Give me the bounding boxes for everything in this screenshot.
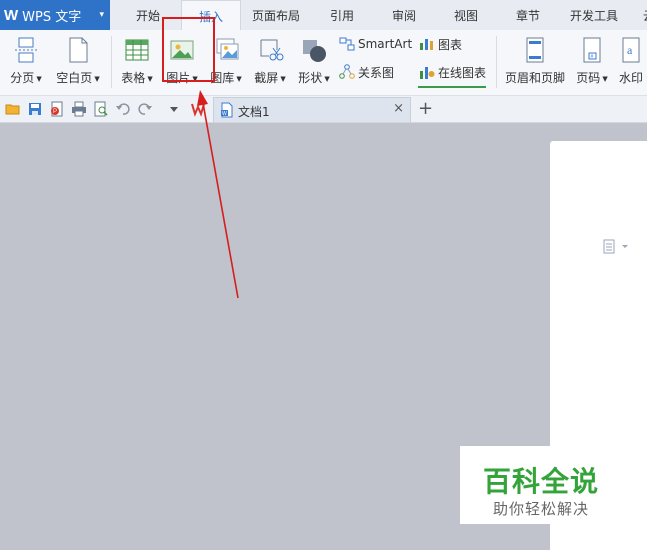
- page-break-dropdown-icon: ▼: [36, 74, 42, 83]
- screenshot-label: 截屏: [254, 71, 279, 85]
- svg-text:#: #: [591, 54, 594, 60]
- app-name: WPS 文字: [22, 9, 82, 25]
- header-footer-label: 页眉和页脚: [504, 71, 565, 85]
- svg-text:a: a: [627, 43, 633, 57]
- wps-logo-icon: W: [4, 6, 19, 24]
- blank-page-dropdown-icon: ▼: [94, 74, 100, 83]
- document-tab-title: 文档1: [238, 105, 270, 119]
- save-icon[interactable]: [27, 101, 43, 117]
- page-break-label: 分页: [10, 71, 35, 85]
- tab-section[interactable]: 章节: [509, 0, 547, 30]
- shapes-label: 形状: [298, 71, 323, 85]
- redo-icon[interactable]: [137, 101, 153, 117]
- tab-page-layout[interactable]: 页面布局: [246, 0, 306, 30]
- ribbon-separator: [111, 36, 112, 88]
- online-chart-icon: [420, 67, 435, 79]
- page-number-button[interactable]: # 页码 ▼: [572, 34, 612, 90]
- online-chart-underline: [418, 86, 486, 88]
- close-tab-icon[interactable]: ×: [393, 101, 404, 116]
- export-pdf-icon[interactable]: P: [49, 101, 65, 117]
- smartart-icon: [339, 37, 355, 51]
- quick-access-dropdown-icon[interactable]: [166, 101, 182, 117]
- relation-chart-button[interactable]: 关系图: [339, 62, 394, 82]
- screenshot-icon: [260, 39, 284, 61]
- header-footer-button[interactable]: 页眉和页脚: [502, 34, 568, 90]
- svg-text:P: P: [53, 109, 57, 115]
- page-number-dropdown-icon: ▼: [602, 74, 608, 83]
- page-number-label: 页码: [576, 71, 601, 85]
- screenshot-dropdown-icon: ▼: [280, 74, 286, 83]
- header-footer-icon: [526, 37, 544, 63]
- page-number-icon: #: [583, 37, 601, 63]
- print-preview-icon[interactable]: [93, 101, 109, 117]
- page-break-button[interactable]: 分页 ▼: [4, 34, 48, 90]
- svg-text:W: W: [222, 111, 227, 117]
- chart-icon: [420, 39, 433, 50]
- print-icon[interactable]: [71, 101, 87, 117]
- blank-page-label: 空白页: [56, 71, 93, 85]
- watermark-label: 水印: [618, 71, 643, 85]
- smartart-label: SmartArt: [358, 37, 413, 51]
- open-folder-icon[interactable]: [5, 101, 21, 117]
- watermark-subtitle: 助你轻松解决: [492, 500, 589, 518]
- screenshot-button[interactable]: 截屏 ▼: [250, 34, 290, 90]
- blank-page-button[interactable]: 空白页 ▼: [52, 34, 104, 90]
- watermark-title: 百科全说: [482, 465, 599, 498]
- app-menu-caret-icon: ▾: [99, 10, 104, 20]
- watermark-button[interactable]: a 水印: [615, 34, 647, 90]
- relation-chart-label: 关系图: [358, 65, 395, 80]
- insert-ribbon: 分页 ▼ 空白页 ▼ 表格 ▼ 图片 ▼ 图库 ▼ 截屏 ▼ 形状 ▼ Smar…: [0, 30, 647, 96]
- picture-button-highlight: [162, 17, 215, 82]
- paragraph-layout-icon[interactable]: [602, 238, 630, 256]
- tab-view[interactable]: 视图: [447, 0, 485, 30]
- gallery-dropdown-icon: ▼: [236, 74, 242, 83]
- blank-page-icon: [69, 37, 88, 63]
- table-dropdown-icon: ▼: [147, 74, 153, 83]
- table-button[interactable]: 表格 ▼: [117, 34, 157, 90]
- online-chart-label: 在线图表: [438, 65, 487, 80]
- tab-review[interactable]: 审阅: [385, 0, 423, 30]
- tab-cloud[interactable]: 云: [639, 0, 647, 30]
- table-icon: [125, 39, 149, 61]
- shapes-button[interactable]: 形状 ▼: [294, 34, 334, 90]
- document-tab[interactable]: W 文档1 ×: [213, 97, 411, 122]
- page-break-icon: [15, 37, 37, 63]
- new-tab-button[interactable]: +: [418, 98, 433, 120]
- gallery-icon: [216, 38, 239, 60]
- ribbon-separator: [496, 36, 497, 88]
- chart-button[interactable]: 图表: [419, 34, 462, 54]
- shapes-icon: [303, 40, 326, 62]
- table-label: 表格: [121, 71, 146, 85]
- app-menu-button[interactable]: W WPS 文字 ▾: [0, 0, 110, 30]
- smartart-button[interactable]: SmartArt: [339, 34, 412, 54]
- chart-label: 图表: [438, 37, 463, 52]
- tab-developer-tools[interactable]: 开发工具: [565, 0, 623, 30]
- tab-references[interactable]: 引用: [323, 0, 361, 30]
- shapes-dropdown-icon: ▼: [324, 74, 330, 83]
- baike-watermark: 百科全说 助你轻松解决: [460, 446, 622, 524]
- title-bar: W WPS 文字 ▾ 开始 插入 页面布局 引用 审阅 视图 章节 开发工具 云: [0, 0, 647, 32]
- undo-icon[interactable]: [115, 101, 131, 117]
- relation-chart-icon: [339, 64, 355, 79]
- online-chart-button[interactable]: 在线图表: [419, 62, 486, 82]
- watermark-icon: a: [622, 37, 640, 63]
- document-icon: W: [221, 102, 233, 118]
- wps-home-icon[interactable]: [190, 101, 206, 117]
